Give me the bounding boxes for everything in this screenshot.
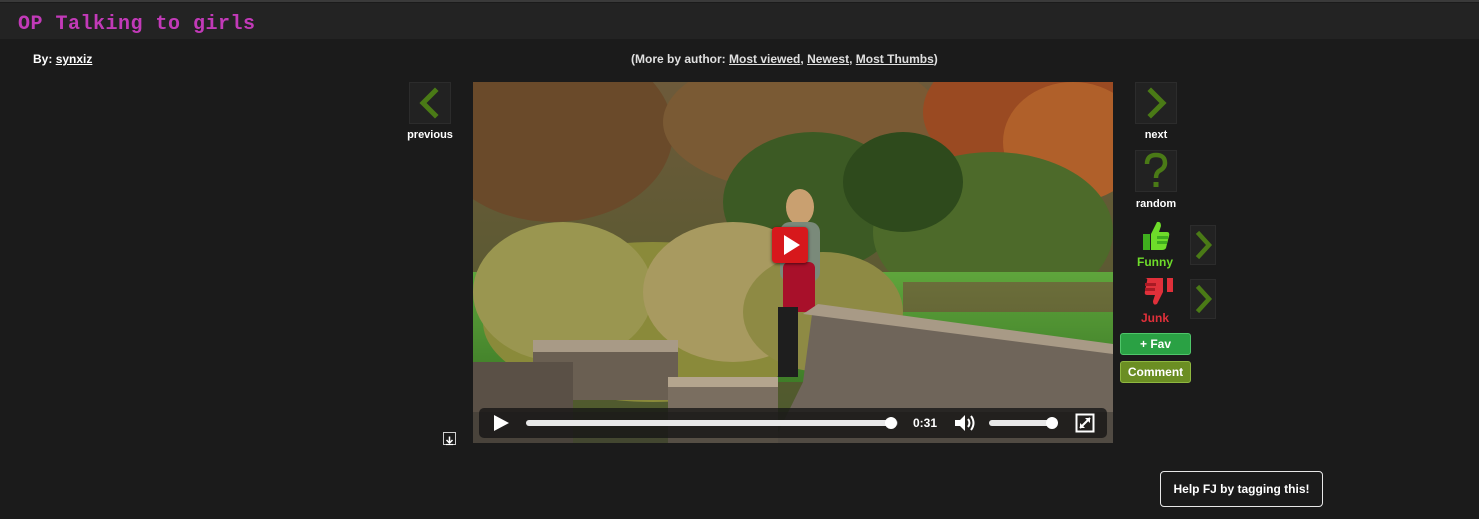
add-favorite-button[interactable]: + Fav	[1120, 333, 1191, 355]
chevron-right-icon	[1195, 230, 1213, 260]
fullscreen-button[interactable]	[1075, 413, 1095, 438]
progress-fill	[526, 420, 891, 426]
funny-label: Funny	[1137, 255, 1173, 269]
comment-button[interactable]: Comment	[1120, 361, 1191, 383]
link-separator: ,	[800, 52, 804, 66]
chevron-right-icon	[1195, 284, 1213, 314]
progress-handle[interactable]	[884, 417, 897, 429]
author-link[interactable]: synxiz	[56, 52, 93, 66]
fullscreen-icon	[1075, 413, 1095, 433]
volume-handle[interactable]	[1046, 417, 1059, 429]
next-label: next	[1144, 129, 1168, 141]
video-player[interactable]: 0:31	[473, 82, 1113, 443]
download-icon	[445, 436, 454, 446]
download-button[interactable]	[443, 432, 456, 446]
progress-bar[interactable]	[526, 417, 898, 429]
top-divider	[0, 0, 1479, 2]
random-button[interactable]	[1135, 150, 1177, 192]
time-display: 0:31	[913, 416, 938, 430]
chevron-right-icon	[1147, 87, 1167, 119]
more-by-author: (More by author: Most viewed, Newest, Mo…	[631, 52, 938, 66]
more-by-prefix: (More by author:	[631, 52, 726, 66]
random-label: random	[1135, 198, 1177, 210]
tag-content-button[interactable]: Help FJ by tagging this!	[1160, 471, 1323, 507]
mute-button[interactable]	[953, 412, 977, 439]
byline-prefix: By:	[33, 52, 53, 66]
most-thumbs-link[interactable]: Most Thumbs	[856, 52, 934, 66]
video-controls: 0:31	[479, 408, 1107, 438]
previous-label: previous	[407, 129, 453, 141]
next-button[interactable]	[1135, 82, 1177, 124]
junk-vote-button[interactable]: Junk	[1130, 276, 1180, 325]
volume-slider[interactable]	[989, 417, 1059, 429]
play-button[interactable]	[491, 413, 511, 438]
most-viewed-link[interactable]: Most viewed	[729, 52, 800, 66]
title-bar: OP Talking to girls	[0, 3, 1479, 39]
newest-link[interactable]: Newest	[807, 52, 849, 66]
volume-fill	[989, 420, 1053, 426]
funny-expand-button[interactable]	[1190, 225, 1216, 265]
play-icon	[784, 235, 800, 255]
play-overlay-button[interactable]	[772, 227, 808, 263]
link-separator: ,	[849, 52, 853, 66]
play-icon	[494, 415, 509, 431]
speaker-icon	[955, 415, 975, 431]
page: OP Talking to girls By: synxiz (More by …	[0, 0, 1479, 519]
junk-label: Junk	[1140, 311, 1169, 325]
previous-button[interactable]	[409, 82, 451, 124]
byline: By: synxiz	[33, 52, 92, 66]
junk-expand-button[interactable]	[1190, 279, 1216, 319]
funny-vote-button[interactable]: Funny	[1130, 220, 1180, 269]
chevron-left-icon	[419, 87, 439, 119]
page-title: OP Talking to girls	[18, 13, 256, 36]
question-mark-icon	[1144, 152, 1168, 187]
thumbs-down-icon	[1144, 278, 1173, 305]
thumbs-up-icon	[1143, 221, 1170, 250]
more-by-suffix: )	[933, 52, 938, 66]
